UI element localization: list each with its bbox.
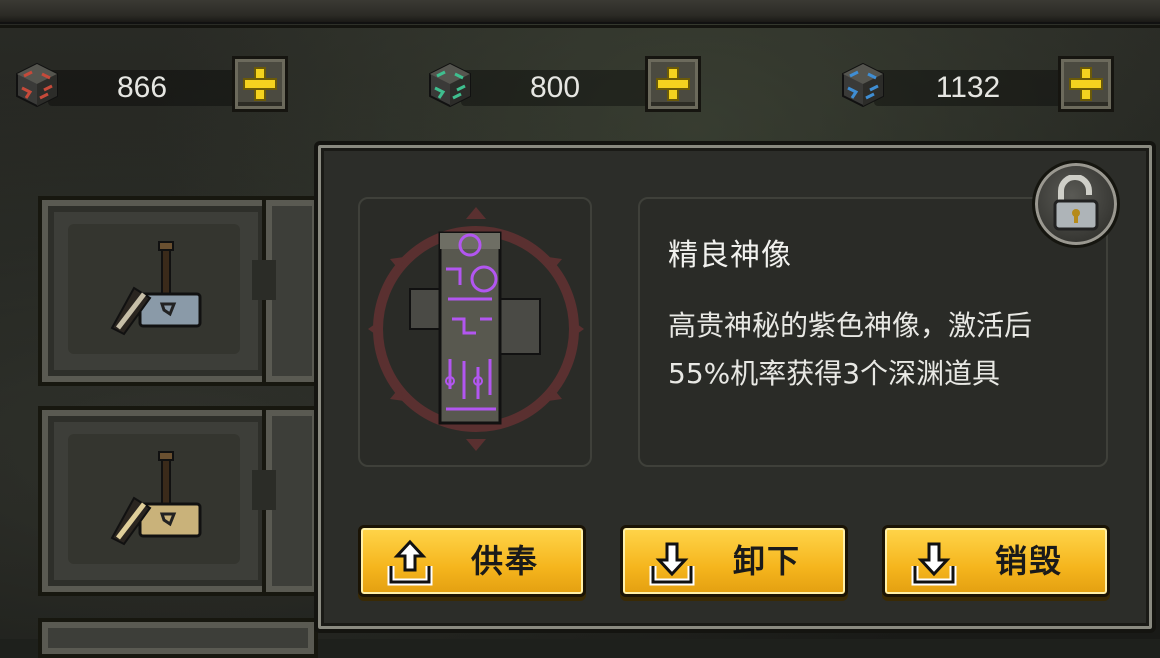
resource-red: 866 xyxy=(12,56,302,116)
blue-rune-cube-icon xyxy=(842,62,884,108)
purple-totem-statue-icon xyxy=(368,207,584,451)
item-preview-frame xyxy=(358,197,592,467)
slot-connector xyxy=(252,260,276,300)
inventory-slot[interactable] xyxy=(38,406,274,596)
unequip-button[interactable]: 卸下 xyxy=(620,525,848,597)
destroy-button-label: 销毁 xyxy=(994,542,1063,580)
top-frame xyxy=(0,0,1160,24)
top-divider xyxy=(0,25,1160,28)
inventory-slot[interactable] xyxy=(38,196,274,386)
resource-blue: 1132 xyxy=(838,56,1128,116)
plus-icon xyxy=(658,69,688,99)
red-rune-cube-icon xyxy=(16,62,58,108)
hammer-icon xyxy=(110,241,202,336)
resource-green: 800 xyxy=(425,56,715,116)
download-tray-icon xyxy=(911,542,957,586)
add-green-resource-button[interactable] xyxy=(645,56,701,112)
plus-icon xyxy=(245,69,275,99)
resource-value: 800 xyxy=(529,71,581,104)
hammer-icon xyxy=(110,451,202,546)
upload-tray-icon xyxy=(387,539,433,586)
inventory-slot-partial[interactable] xyxy=(38,618,318,658)
resource-value: 1132 xyxy=(935,71,1001,104)
slot-connector xyxy=(252,470,276,510)
item-name: 精良神像 xyxy=(668,238,792,273)
green-rune-cube-icon xyxy=(429,62,471,108)
item-description: 高贵神秘的紫色神像，激活后55%机率获得3个深渊道具 xyxy=(668,309,1033,390)
add-red-resource-button[interactable] xyxy=(232,56,288,112)
offer-button-label: 供奉 xyxy=(470,542,539,580)
plus-icon xyxy=(1071,69,1101,99)
download-tray-icon xyxy=(649,542,695,586)
lock-toggle-button[interactable] xyxy=(1032,160,1120,248)
resource-value: 866 xyxy=(116,71,168,104)
destroy-button[interactable]: 销毁 xyxy=(882,525,1110,597)
add-blue-resource-button[interactable] xyxy=(1058,56,1114,112)
unlocked-padlock-icon xyxy=(1053,175,1099,231)
offer-button[interactable]: 供奉 xyxy=(358,525,586,597)
unequip-button-label: 卸下 xyxy=(732,542,801,580)
